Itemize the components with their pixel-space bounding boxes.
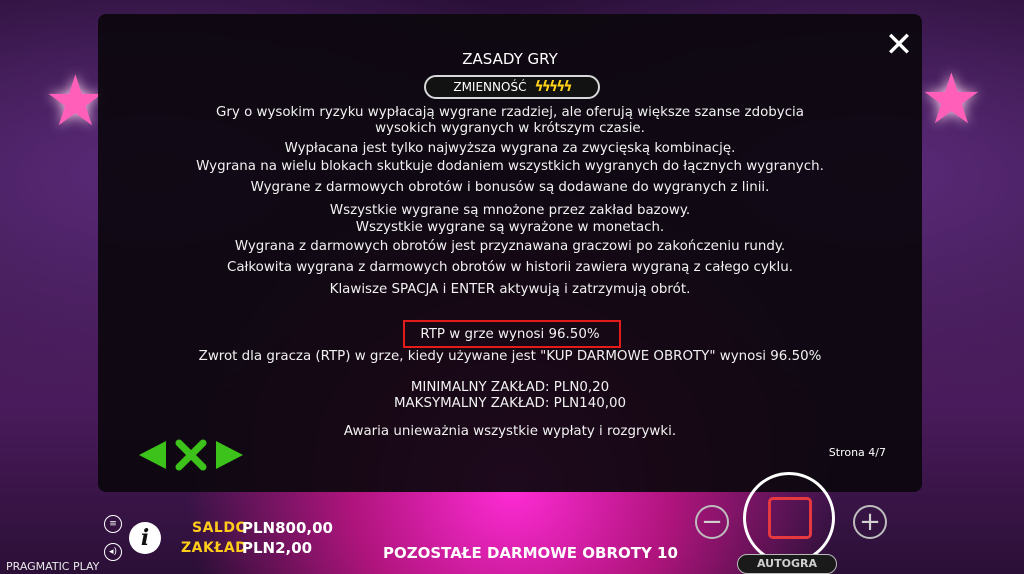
rtp-text: RTP w grze wynosi 96.50% <box>420 327 600 342</box>
autoplay-button[interactable]: AUTOGRA <box>737 554 837 574</box>
rules-text-line: Wygrana na wielu blokach skutkuje dodani… <box>196 159 824 174</box>
info-button[interactable]: i <box>129 522 161 554</box>
stop-icon[interactable] <box>768 497 812 539</box>
page-indicator: Strona 4/7 <box>828 446 886 459</box>
bet-label: ZAKŁAD <box>181 540 248 556</box>
rules-lines: Wypłacana jest tylko najwyższa wygrana z… <box>98 141 922 298</box>
rules-text-line: Wygrana z darmowych obrotów jest przyzna… <box>234 239 786 254</box>
decrease-bet-button[interactable]: − <box>695 505 729 539</box>
rules-text-line: Całkowita wygrana z darmowych obrotów w … <box>226 260 793 275</box>
rules-panel: ZASADY GRY ✕ ZMIENNOŚĆ ϟϟϟϟϟ Gry o wysok… <box>98 14 922 492</box>
rules-text-line: Wypłacana jest tylko najwyższa wygrana z… <box>284 141 736 156</box>
menu-icon[interactable]: ≡ <box>104 515 122 533</box>
previous-arrow-icon[interactable] <box>136 438 170 472</box>
rules-navigation <box>136 438 246 472</box>
volatility-label: ZMIENNOŚĆ <box>453 80 527 94</box>
rules-text-line: Wszystkie wygrane są wyrażone w monetach… <box>355 220 665 235</box>
next-arrow-icon[interactable] <box>212 438 246 472</box>
brand-logo: PRAGMATIC PLAY <box>6 560 100 573</box>
rules-text-line: Gry o wysokim ryzyku wypłacają wygrane r… <box>216 105 804 120</box>
lightning-icon: ϟϟϟϟϟ <box>534 79 572 95</box>
bet-value: PLN2,00 <box>242 539 313 557</box>
balance-value: PLN800,00 <box>242 519 333 537</box>
rules-text-line: wysokich wygranych w krótszym czasie. <box>375 121 645 136</box>
rtp-buy-text: Zwrot dla gracza (RTP) w grze, kiedy uży… <box>198 349 822 364</box>
increase-bet-button[interactable]: + <box>853 505 887 539</box>
free-spins-remaining: POZOSTAŁE DARMOWE OBROTY 10 <box>383 544 678 562</box>
min-bet-text: MINIMALNY ZAKŁAD: PLN0,20 <box>410 380 610 395</box>
rules-text-line: Klawisze SPACJA i ENTER aktywują i zatrz… <box>329 282 691 297</box>
star-decoration-icon: ★ <box>920 58 983 140</box>
volatility-badge: ZMIENNOŚĆ ϟϟϟϟϟ <box>424 75 600 99</box>
rules-text-line: Wygrane z darmowych obrotów i bonusów są… <box>250 180 770 195</box>
risk-description: Gry o wysokim ryzyku wypłacają wygrane r… <box>98 105 922 137</box>
close-x-icon[interactable] <box>174 438 208 472</box>
close-icon[interactable]: ✕ <box>882 28 916 64</box>
sound-icon[interactable]: ◂) <box>104 543 122 561</box>
bet-limits: MINIMALNY ZAKŁAD: PLN0,20 MAKSYMALNY ZAK… <box>98 380 922 412</box>
balance-label: SALDO <box>192 520 248 536</box>
rules-text-line: Wszystkie wygrane są mnożone przez zakła… <box>329 203 691 218</box>
rules-title: ZASADY GRY <box>462 50 558 68</box>
max-bet-text: MAKSYMALNY ZAKŁAD: PLN140,00 <box>393 396 627 411</box>
